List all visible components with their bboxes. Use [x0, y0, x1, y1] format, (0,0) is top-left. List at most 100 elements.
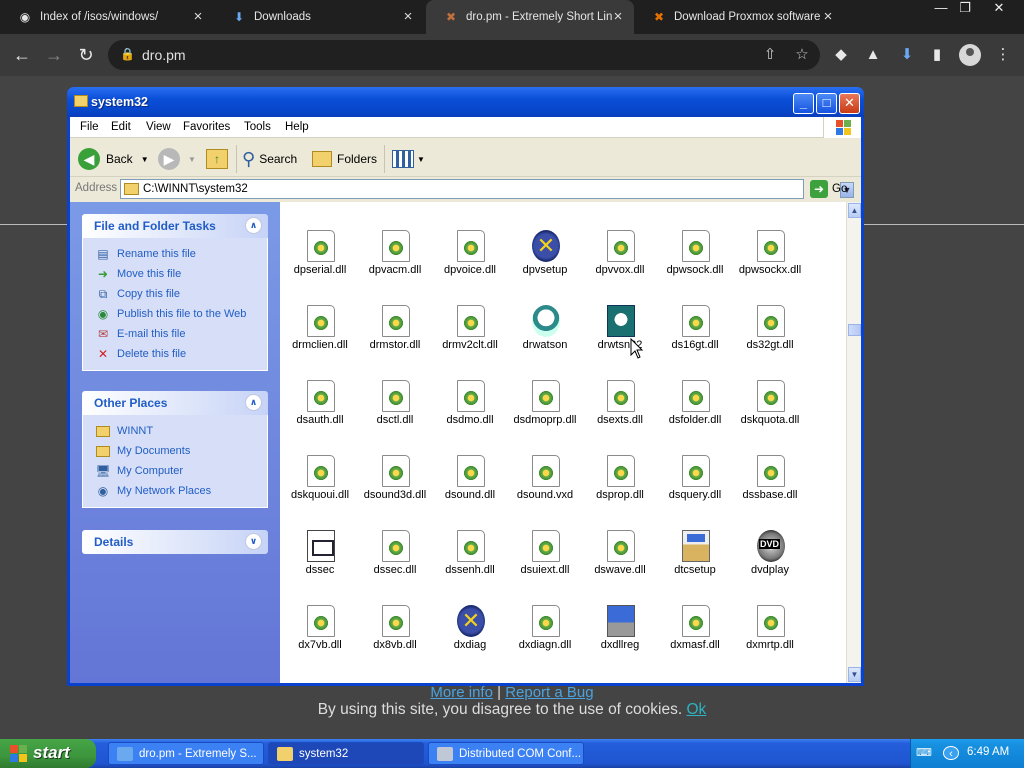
file-item[interactable]: dsdmo.dll	[432, 376, 508, 446]
profile-avatar[interactable]	[959, 44, 981, 66]
up-folder-button[interactable]: ↑	[206, 147, 228, 171]
restore-window-button[interactable]: ❐	[950, 0, 980, 18]
close-tab-icon[interactable]: ×	[400, 9, 416, 25]
keyboard-icon[interactable]: ⌨	[916, 746, 932, 760]
place-winnt[interactable]: WINNT	[95, 421, 267, 441]
panel-header[interactable]: Details ∨	[82, 530, 268, 554]
folders-button[interactable]: Folders	[312, 147, 377, 171]
file-item[interactable]: drmv2clt.dll	[432, 301, 508, 371]
file-item[interactable]: dxmrtp.dll	[732, 601, 808, 671]
file-item[interactable]: ds16gt.dll	[657, 301, 733, 371]
file-item[interactable]: dpwsockx.dll	[732, 226, 808, 296]
file-item[interactable]: dpvsetup	[507, 226, 583, 296]
close-button[interactable]: ✕	[839, 93, 860, 114]
side-panel-icon[interactable]: ▮	[926, 44, 948, 66]
file-item[interactable]: dxdiagn.dll	[507, 601, 583, 671]
go-button[interactable]: ➜ Go	[810, 179, 847, 199]
search-button[interactable]: ⚲ Search	[242, 147, 297, 171]
file-item[interactable]: dssec.dll	[357, 526, 433, 596]
cookie-ok-link[interactable]: Ok	[686, 701, 706, 718]
file-item[interactable]: dpvoice.dll	[432, 226, 508, 296]
file-item[interactable]: dsexts.dll	[582, 376, 658, 446]
task-publish[interactable]: ◉ Publish this file to the Web	[95, 304, 267, 324]
vertical-scrollbar[interactable]: ▲ ▼	[846, 202, 861, 683]
browser-tab-proxmox[interactable]: ✖ Download Proxmox software ×	[634, 0, 844, 34]
scroll-thumb[interactable]	[848, 324, 861, 336]
more-info-link[interactable]: More info	[430, 684, 493, 701]
file-item[interactable]: dxdiag	[432, 601, 508, 671]
views-button[interactable]: ▼	[392, 147, 425, 171]
task-copy[interactable]: ⧉ Copy this file	[95, 284, 267, 304]
chevron-down-icon[interactable]: ▼	[141, 155, 149, 164]
file-item[interactable]: drwtsn32	[582, 301, 658, 371]
menu-tools[interactable]: Tools	[244, 121, 271, 133]
file-item[interactable]: dskquoui.dll	[282, 451, 358, 521]
file-item[interactable]: dswave.dll	[582, 526, 658, 596]
report-bug-link[interactable]: Report a Bug	[505, 684, 593, 701]
task-move[interactable]: ➜ Move this file	[95, 264, 267, 284]
file-item[interactable]: dsctl.dll	[357, 376, 433, 446]
chevron-down-icon[interactable]: ▼	[417, 155, 425, 164]
file-item[interactable]: dssbase.dll	[732, 451, 808, 521]
file-item[interactable]: dpwsock.dll	[657, 226, 733, 296]
close-tab-icon[interactable]: ×	[820, 9, 836, 25]
file-item[interactable]: dssec	[282, 526, 358, 596]
task-delete[interactable]: ✕ Delete this file	[95, 344, 267, 364]
file-item[interactable]: dxmasf.dll	[657, 601, 733, 671]
file-item[interactable]: dsuiext.dll	[507, 526, 583, 596]
place-my-documents[interactable]: My Documents	[95, 441, 267, 461]
panel-header[interactable]: File and Folder Tasks ∧	[82, 214, 268, 238]
file-item[interactable]: dsauth.dll	[282, 376, 358, 446]
file-item[interactable]: dpserial.dll	[282, 226, 358, 296]
taskbar-item-dcom[interactable]: Distributed COM Conf...	[428, 742, 584, 765]
browser-tab-dro[interactable]: ✖ dro.pm - Extremely Short Lin ×	[426, 0, 634, 34]
file-item[interactable]: dskquota.dll	[732, 376, 808, 446]
scroll-up-arrow[interactable]: ▲	[848, 203, 861, 218]
close-tab-icon[interactable]: ×	[610, 9, 626, 25]
labs-flask-icon[interactable]: ▲	[862, 44, 884, 66]
file-item[interactable]: dsound3d.dll	[357, 451, 433, 521]
taskbar-item-browser[interactable]: dro.pm - Extremely S...	[108, 742, 264, 765]
menu-file[interactable]: File	[80, 121, 99, 133]
file-item[interactable]: dx7vb.dll	[282, 601, 358, 671]
file-item[interactable]: dtcsetup	[657, 526, 733, 596]
file-item[interactable]: dsprop.dll	[582, 451, 658, 521]
scroll-down-arrow[interactable]: ▼	[848, 667, 861, 682]
menu-help[interactable]: Help	[285, 121, 309, 133]
file-item[interactable]: dsound.vxd	[507, 451, 583, 521]
collapse-chevron-icon[interactable]: ∧	[245, 394, 262, 411]
forward-button[interactable]: ▶ ▼	[158, 147, 196, 171]
menu-view[interactable]: View	[146, 121, 171, 133]
url-bar[interactable]: 🔒 dro.pm ⇧ ☆	[108, 40, 820, 70]
minimize-button[interactable]: _	[793, 93, 814, 114]
share-icon[interactable]: ⇧	[760, 45, 780, 65]
extensions-icon[interactable]: ◆	[830, 44, 852, 66]
place-my-computer[interactable]: 🖥 My Computer	[95, 461, 267, 481]
tray-arrow-icon[interactable]: ‹	[943, 746, 959, 760]
bookmark-star-icon[interactable]: ☆	[792, 45, 812, 65]
close-window-button[interactable]: ✕	[984, 0, 1014, 18]
browser-tab-index[interactable]: ◉ Index of /isos/windows/ ×	[0, 0, 214, 34]
browser-tab-downloads[interactable]: ⬇ Downloads ×	[214, 0, 424, 34]
file-item[interactable]: dvdplay	[732, 526, 808, 596]
taskbar-item-system32[interactable]: system32	[268, 742, 424, 765]
file-item[interactable]: drmclien.dll	[282, 301, 358, 371]
task-rename[interactable]: ▤ Rename this file	[95, 244, 267, 264]
start-button[interactable]: start	[0, 739, 96, 768]
panel-header[interactable]: Other Places ∧	[82, 391, 268, 415]
back-button[interactable]: ←	[10, 43, 34, 67]
file-item[interactable]: dpvacm.dll	[357, 226, 433, 296]
collapse-chevron-icon[interactable]: ∧	[245, 217, 262, 234]
reload-button[interactable]: ↻	[74, 43, 98, 67]
menu-edit[interactable]: Edit	[111, 121, 131, 133]
file-item[interactable]: dsound.dll	[432, 451, 508, 521]
address-input[interactable]: C:\WINNT\system32 ▼	[120, 179, 854, 199]
downloads-icon[interactable]: ⬇	[896, 44, 918, 66]
file-item[interactable]: dsfolder.dll	[657, 376, 733, 446]
chevron-down-icon[interactable]: ▼	[188, 155, 196, 164]
expand-chevron-icon[interactable]: ∨	[245, 533, 262, 550]
file-item[interactable]: drwatson	[507, 301, 583, 371]
close-tab-icon[interactable]: ×	[190, 9, 206, 25]
place-my-network[interactable]: ◉ My Network Places	[95, 481, 267, 501]
task-email[interactable]: ✉ E-mail this file	[95, 324, 267, 344]
